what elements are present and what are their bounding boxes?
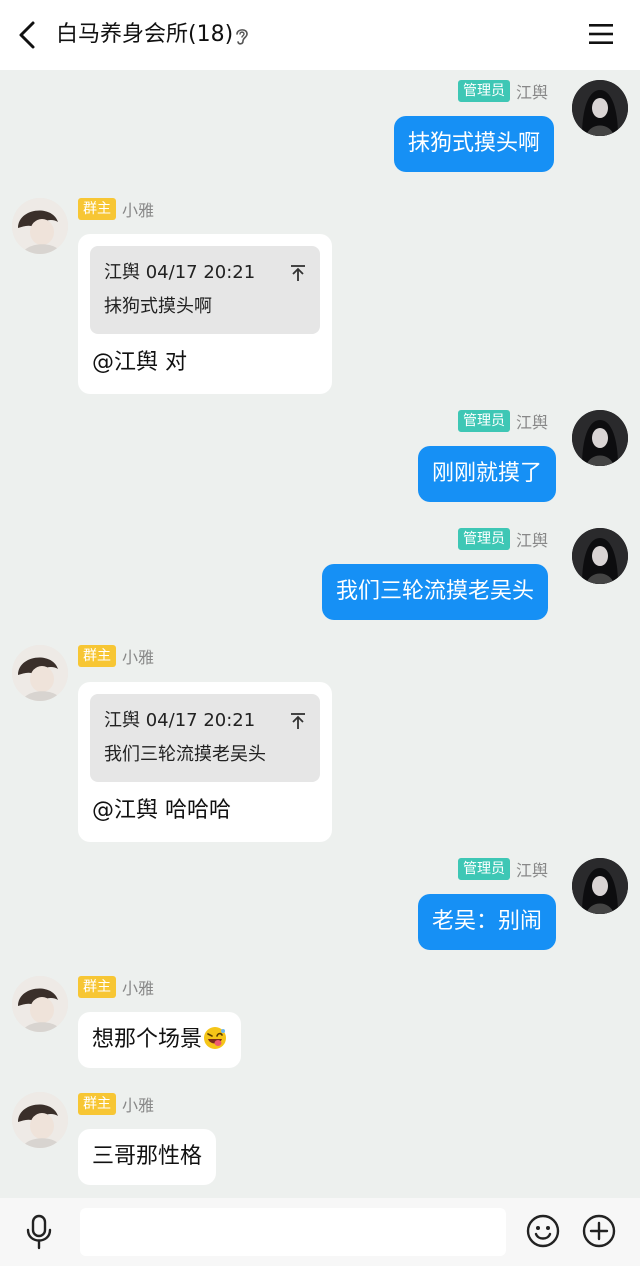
sender-name: 小雅 [122, 979, 155, 998]
admin-badge: 管理员 [458, 80, 510, 102]
menu-icon[interactable] [588, 22, 614, 46]
sender-meta: 管理员 江舆 [458, 528, 548, 550]
owner-badge: 群主 [78, 976, 116, 998]
microphone-icon[interactable] [24, 1214, 54, 1250]
sender-name: 江舆 [516, 413, 549, 432]
back-icon[interactable] [14, 20, 42, 50]
avatar-image [12, 976, 68, 1032]
sender-meta: 群主 小雅 [78, 976, 154, 998]
sender-name: 江舆 [516, 83, 549, 102]
message-bubble[interactable]: 老吴：别闹 [418, 894, 557, 950]
message-text: @江舆 对 [92, 350, 187, 375]
message-text: 我们三轮流摸老吴头 [336, 579, 535, 604]
sender-meta: 管理员 江舆 [458, 858, 548, 880]
admin-badge: 管理员 [458, 858, 510, 880]
avatar-image [12, 1092, 68, 1148]
avatar[interactable] [572, 528, 628, 584]
avatar-image [572, 410, 628, 466]
chat-header: 白马养身会所(18) [0, 0, 640, 70]
sender-name: 江舆 [516, 531, 549, 550]
sender-name: 江舆 [516, 861, 549, 880]
owner-badge: 群主 [78, 1093, 116, 1115]
sender-name: 小雅 [122, 201, 155, 220]
avatar-image [12, 198, 68, 254]
reply-bubble[interactable]: 江舆 04/17 20:21 我们三轮流摸老吴头 @江舆 哈哈哈 [78, 682, 332, 842]
reply-bubble[interactable]: 江舆 04/17 20:21 抹狗式摸头啊 @江舆 对 [78, 234, 332, 394]
sender-meta: 群主 小雅 [78, 198, 154, 220]
message-text: @江舆 哈哈哈 [92, 798, 231, 823]
owner-badge: 群主 [78, 645, 116, 667]
message-bubble[interactable]: 刚刚就摸了 [418, 446, 557, 502]
quote-author-time: 江舆 04/17 20:21 [104, 262, 256, 283]
avatar[interactable] [12, 645, 68, 701]
quoted-message[interactable]: 江舆 04/17 20:21 我们三轮流摸老吴头 [90, 694, 320, 782]
sender-name: 小雅 [122, 1096, 155, 1115]
chat-title[interactable]: 白马养身会所(18) [56, 19, 233, 51]
input-bar [0, 1198, 640, 1266]
sender-meta: 群主 小雅 [78, 645, 154, 667]
plus-circle-icon[interactable] [582, 1214, 616, 1248]
jump-to-original-icon[interactable] [290, 264, 306, 282]
avatar-image [572, 858, 628, 914]
avatar[interactable] [572, 80, 628, 136]
avatar[interactable] [12, 976, 68, 1032]
owner-badge: 群主 [78, 198, 116, 220]
message-bubble[interactable]: 想那个场景 [78, 1012, 242, 1068]
jump-to-original-icon[interactable] [290, 712, 306, 730]
message-bubble[interactable]: 三哥那性格 [78, 1129, 217, 1185]
message-input[interactable] [80, 1208, 506, 1256]
message-bubble[interactable]: 我们三轮流摸老吴头 [322, 564, 549, 620]
ear-icon [236, 29, 248, 45]
message-text: 老吴：别闹 [432, 909, 543, 934]
sender-meta: 管理员 江舆 [458, 80, 548, 102]
message-bubble[interactable]: 抹狗式摸头啊 [394, 116, 555, 172]
sender-meta: 管理员 江舆 [458, 410, 548, 432]
avatar[interactable] [572, 858, 628, 914]
smiley-icon[interactable] [526, 1214, 560, 1248]
message-text: 抹狗式摸头啊 [408, 131, 541, 156]
message-text: 想那个场景 [92, 1027, 203, 1052]
sender-meta: 群主 小雅 [78, 1093, 154, 1115]
sender-name: 小雅 [122, 648, 155, 667]
message-text: 三哥那性格 [92, 1144, 203, 1169]
quote-text: 抹狗式摸头啊 [104, 296, 212, 317]
avatar-image [12, 645, 68, 701]
admin-badge: 管理员 [458, 528, 510, 550]
admin-badge: 管理员 [458, 410, 510, 432]
avatar[interactable] [572, 410, 628, 466]
avatar[interactable] [12, 1092, 68, 1148]
avatar[interactable] [12, 198, 68, 254]
avatar-image [572, 528, 628, 584]
message-text: 刚刚就摸了 [432, 461, 543, 486]
quote-author-time: 江舆 04/17 20:21 [104, 710, 256, 731]
quote-text: 我们三轮流摸老吴头 [104, 744, 266, 765]
avatar-image [572, 80, 628, 136]
grinning-tongue-emoji-icon [204, 1027, 227, 1049]
quoted-message[interactable]: 江舆 04/17 20:21 抹狗式摸头啊 [90, 246, 320, 334]
